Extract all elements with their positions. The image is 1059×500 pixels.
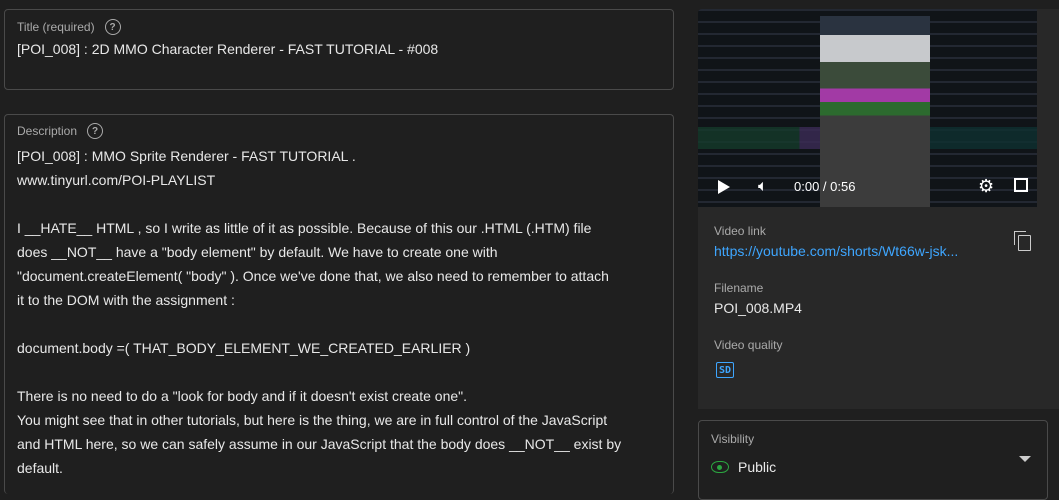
gear-icon[interactable]: ⚙︎ bbox=[978, 176, 994, 197]
fullscreen-icon[interactable] bbox=[1014, 178, 1028, 192]
video-link-label: Video link bbox=[714, 224, 766, 238]
visibility-label: Visibility bbox=[711, 432, 755, 446]
visibility-value: Public bbox=[738, 459, 777, 475]
title-input[interactable]: [POI_008] : 2D MMO Character Renderer - … bbox=[17, 41, 438, 57]
title-label-row: Title (required) ? bbox=[17, 19, 121, 35]
description-line bbox=[17, 360, 663, 384]
visibility-dropdown[interactable]: Visibility Public bbox=[698, 420, 1048, 500]
description-label-row: Description ? bbox=[17, 123, 104, 139]
eye-icon bbox=[711, 461, 729, 473]
description-line bbox=[17, 192, 663, 216]
filename-label: Filename bbox=[714, 281, 764, 295]
description-field[interactable]: Description ? [POI_008] : MMO Sprite Ren… bbox=[4, 114, 674, 494]
description-line bbox=[17, 312, 663, 336]
description-line: document.body =( THAT_BODY_ELEMENT_WE_CR… bbox=[17, 340, 471, 356]
help-icon[interactable]: ? bbox=[87, 123, 104, 139]
video-quality-label: Video quality bbox=[714, 338, 783, 352]
description-line: and HTML here, so we can safely assume i… bbox=[17, 436, 622, 452]
description-input[interactable]: [POI_008] : MMO Sprite Renderer - FAST T… bbox=[17, 144, 663, 480]
description-label: Description bbox=[17, 124, 78, 138]
video-link[interactable]: https://youtube.com/shorts/Wt66w-jsk... bbox=[714, 243, 989, 259]
description-line: You might see that in other tutorials, b… bbox=[17, 412, 608, 428]
description-line: default. bbox=[17, 460, 63, 476]
visibility-value-row: Public bbox=[711, 459, 776, 475]
help-icon[interactable]: ? bbox=[104, 19, 121, 35]
description-line: I __HATE__ HTML , so I write as little o… bbox=[17, 220, 592, 236]
description-line: "document.createElement( "body" ). Once … bbox=[17, 268, 609, 284]
time-display: 0:00 / 0:56 bbox=[794, 179, 856, 194]
play-icon[interactable] bbox=[718, 180, 730, 194]
description-line: it to the DOM with the assignment : bbox=[17, 292, 235, 308]
description-line: does __NOT__ have a "body element" by de… bbox=[17, 244, 498, 260]
chevron-down-icon[interactable] bbox=[1019, 456, 1031, 462]
sd-quality-icon: SD bbox=[716, 362, 734, 378]
description-line: There is no need to do a "look for body … bbox=[17, 388, 467, 404]
filename-value: POI_008.MP4 bbox=[714, 300, 802, 316]
description-line: www.tinyurl.com/POI-PLAYLIST bbox=[17, 172, 216, 188]
copy-icon[interactable] bbox=[1014, 231, 1031, 251]
volume-icon[interactable]: 🔈︎ bbox=[758, 178, 768, 196]
description-line: [POI_008] : MMO Sprite Renderer - FAST T… bbox=[17, 148, 356, 164]
title-label: Title (required) bbox=[17, 20, 95, 34]
video-details-panel: 🔈︎ 0:00 / 0:56 ⚙︎ Video link https://you… bbox=[698, 9, 1059, 409]
title-field[interactable]: Title (required) ? [POI_008] : 2D MMO Ch… bbox=[4, 9, 674, 90]
video-player[interactable]: 🔈︎ 0:00 / 0:56 ⚙︎ bbox=[698, 9, 1037, 207]
player-controls: 🔈︎ 0:00 / 0:56 ⚙︎ bbox=[698, 167, 1037, 207]
